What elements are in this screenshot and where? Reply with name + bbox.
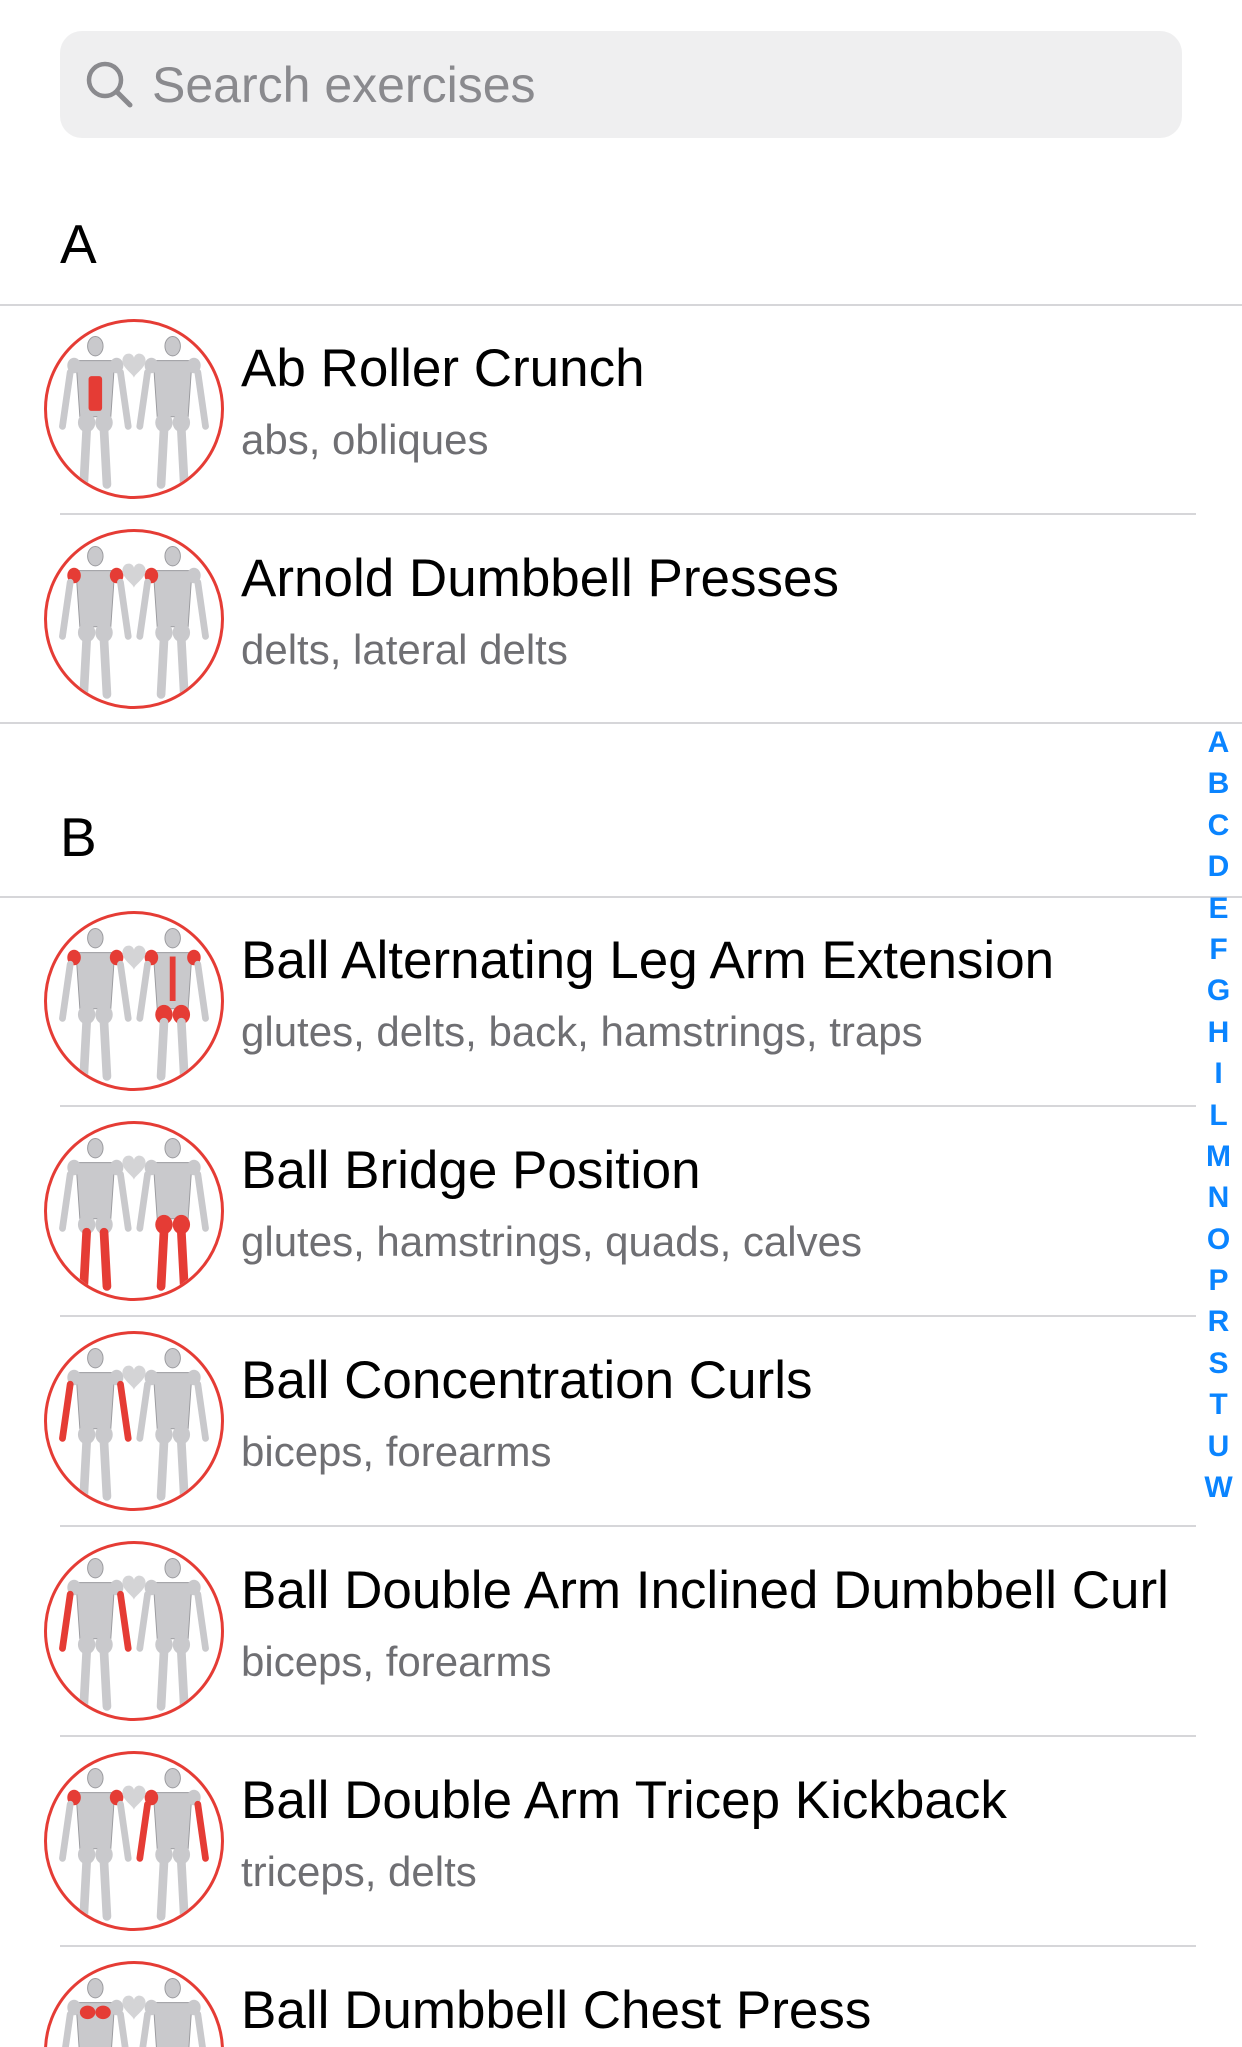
muscle-map-icon (44, 911, 224, 1091)
muscle-map-icon (44, 319, 224, 499)
list-item[interactable]: Ball Bridge Position glutes, hamstrings,… (0, 1107, 1196, 1317)
index-letter-c[interactable]: C (1208, 805, 1230, 846)
heart-icon (122, 945, 146, 971)
search-bar[interactable] (60, 31, 1182, 138)
exercise-title: Ball Concentration Curls (241, 1351, 813, 1410)
index-letter-b[interactable]: B (1208, 763, 1230, 804)
index-letter-n[interactable]: N (1208, 1177, 1230, 1218)
heart-icon (122, 1155, 146, 1181)
muscle-map-icon (44, 1961, 224, 2047)
list-item[interactable]: Ball Alternating Leg Arm Extension glute… (0, 897, 1196, 1107)
index-letter-m[interactable]: M (1206, 1136, 1231, 1177)
list-item[interactable]: Ball Double Arm Tricep Kickback triceps,… (0, 1737, 1196, 1947)
exercise-muscles: delts, lateral delts (241, 626, 568, 673)
exercise-muscles: biceps, forearms (241, 1428, 552, 1475)
section-divider (0, 722, 1242, 724)
exercise-title: Ball Double Arm Tricep Kickback (241, 1771, 1007, 1830)
heart-icon (122, 1365, 146, 1391)
exercise-muscles: abs, obliques (241, 416, 489, 463)
exercise-muscles: triceps, delts (241, 1848, 477, 1895)
search-input[interactable] (152, 31, 1152, 138)
exercise-muscles: glutes, delts, back, hamstrings, traps (241, 1008, 923, 1055)
muscle-map-icon (44, 1541, 224, 1721)
list-item[interactable]: Ab Roller Crunch abs, obliques (0, 305, 1196, 515)
index-letter-d[interactable]: D (1208, 846, 1230, 887)
exercise-muscles: biceps, forearms (241, 1638, 552, 1685)
exercise-title: Ball Alternating Leg Arm Extension (241, 931, 1055, 990)
index-letter-f[interactable]: F (1209, 929, 1227, 970)
heart-icon (122, 1785, 146, 1811)
index-letter-o[interactable]: O (1207, 1219, 1230, 1260)
section-header-a: A (60, 213, 97, 275)
muscle-map-icon (44, 1121, 224, 1301)
index-letter-h[interactable]: H (1208, 1012, 1230, 1053)
exercise-title: Ball Double Arm Inclined Dumbbell Curl (241, 1561, 1169, 1620)
heart-icon (122, 1995, 146, 2021)
list-item[interactable]: Arnold Dumbbell Presses delts, lateral d… (0, 515, 1196, 725)
index-letter-w[interactable]: W (1204, 1467, 1232, 1508)
exercise-title: Ball Dumbbell Chest Press (241, 1981, 872, 2040)
index-letter-a[interactable]: A (1208, 722, 1230, 763)
index-letter-u[interactable]: U (1208, 1426, 1230, 1467)
muscle-map-icon (44, 529, 224, 709)
exercise-title: Arnold Dumbbell Presses (241, 549, 839, 608)
heart-icon (122, 563, 146, 589)
muscle-map-icon (44, 1751, 224, 1931)
exercise-title: Ball Bridge Position (241, 1141, 701, 1200)
heart-icon (122, 1575, 146, 1601)
exercise-title: Ab Roller Crunch (241, 339, 645, 398)
section-header-b: B (60, 806, 97, 868)
search-icon (86, 61, 133, 108)
exercise-muscles: glutes, hamstrings, quads, calves (241, 1218, 862, 1265)
list-item[interactable]: Ball Double Arm Inclined Dumbbell Curl b… (0, 1527, 1196, 1737)
index-letter-i[interactable]: I (1214, 1053, 1222, 1094)
index-letter-s[interactable]: S (1208, 1343, 1228, 1384)
index-letter-l[interactable]: L (1209, 1095, 1227, 1136)
index-letter-g[interactable]: G (1207, 970, 1230, 1011)
heart-icon (122, 353, 146, 379)
index-letter-e[interactable]: E (1208, 888, 1228, 929)
index-letter-t[interactable]: T (1209, 1384, 1227, 1425)
list-item[interactable]: Ball Concentration Curls biceps, forearm… (0, 1317, 1196, 1527)
section-index[interactable]: ABCDEFGHILMNOPRSTUW (1195, 722, 1242, 1508)
index-letter-p[interactable]: P (1208, 1260, 1228, 1301)
index-letter-r[interactable]: R (1208, 1301, 1230, 1342)
list-item[interactable]: Ball Dumbbell Chest Press (0, 1947, 1196, 2047)
muscle-map-icon (44, 1331, 224, 1511)
